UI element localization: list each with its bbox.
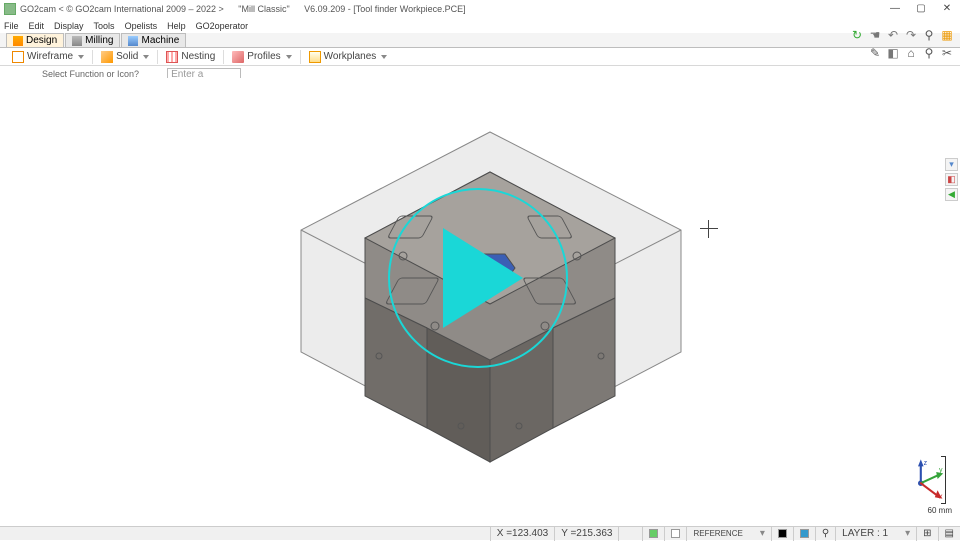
chevron-down-icon <box>78 55 84 59</box>
separator <box>157 50 158 64</box>
separator <box>223 50 224 64</box>
titlebar: GO2cam < © GO2cam International 2009 – 2… <box>0 0 960 18</box>
tab-design[interactable]: Design <box>6 33 64 47</box>
toolbar-label: Solid <box>116 51 138 62</box>
status-spacer <box>618 527 642 541</box>
status-lock-icon[interactable]: ⊞ <box>916 527 937 541</box>
bucket-icon[interactable]: ⌂ <box>904 46 918 60</box>
design-tab-icon <box>13 36 23 46</box>
tab-label: Milling <box>85 35 113 46</box>
sidetab-funnel[interactable]: ▾ <box>945 158 958 171</box>
menu-tools[interactable]: Tools <box>94 21 115 31</box>
status-swatch-4[interactable] <box>793 527 815 541</box>
minimize-button[interactable]: — <box>882 0 908 18</box>
chevron-down-icon <box>286 55 292 59</box>
nesting-button[interactable]: Nesting <box>162 49 219 65</box>
solid-icon <box>101 51 113 63</box>
svg-text:x: x <box>939 494 943 500</box>
drill-icon[interactable]: ✎ <box>868 46 882 60</box>
maximize-button[interactable]: ▢ <box>908 0 934 18</box>
separator <box>92 50 93 64</box>
scale-label: 60 mm <box>928 506 952 515</box>
profiles-button[interactable]: Profiles <box>228 49 295 65</box>
find-icon[interactable]: ⚲ <box>922 46 936 60</box>
hand-left-icon[interactable]: ☚ <box>868 28 882 42</box>
menu-display[interactable]: Display <box>54 21 84 31</box>
view-tools-row1: ↻ ☚ ↶ ↷ ⚲ ▦ <box>850 28 954 42</box>
wireframe-icon <box>12 51 24 63</box>
milling-tab-icon <box>72 36 82 46</box>
status-swatch-3[interactable] <box>771 527 793 541</box>
nesting-icon <box>166 51 178 63</box>
status-coord-x: X =123.403 <box>490 527 554 541</box>
workplanes-button[interactable]: Workplanes <box>305 49 392 65</box>
sidetab-arrow[interactable]: ◀ <box>945 188 958 201</box>
profiles-icon <box>232 51 244 63</box>
view-tools-row2: ✎ ◧ ⌂ ⚲ ✂ <box>868 46 954 60</box>
sync-icon[interactable]: ↻ <box>850 28 864 42</box>
right-side-tabs: ▾ ◧ ◀ <box>945 158 958 201</box>
viewport-3d[interactable]: ▾ ◧ ◀ 60 mm z y x <box>0 78 960 526</box>
tab-label: Design <box>26 35 57 46</box>
cut-icon[interactable]: ✂ <box>940 46 954 60</box>
toolbar-label: Wireframe <box>27 51 73 62</box>
mode-tabs: Design Milling Machine <box>0 33 960 48</box>
toolbar-label: Nesting <box>181 51 215 62</box>
title-version: V6.09.209 - [Tool finder Workpiece.PCE] <box>304 4 465 14</box>
window-buttons: — ▢ ✕ <box>882 0 960 18</box>
app-icon <box>4 3 16 15</box>
cursor-crosshair-icon <box>700 220 718 238</box>
menu-opelists[interactable]: Opelists <box>125 21 158 31</box>
separator <box>300 50 301 64</box>
chevron-down-icon <box>143 55 149 59</box>
sidetab-palette[interactable]: ◧ <box>945 173 958 186</box>
menu-file[interactable]: File <box>4 21 19 31</box>
axis-triad-icon: z y x <box>904 458 946 500</box>
design-toolbar: Wireframe Solid Nesting Profiles Workplanes <box>0 48 960 66</box>
zoom-icon[interactable]: ⚲ <box>922 28 936 42</box>
status-pin-icon[interactable]: ⚲ <box>815 527 835 541</box>
menu-edit[interactable]: Edit <box>29 21 45 31</box>
eraser-icon[interactable]: ◧ <box>886 46 900 60</box>
title-app: GO2cam < © GO2cam International 2009 – 2… <box>20 4 224 14</box>
svg-text:z: z <box>924 460 928 467</box>
menubar: File Edit Display Tools Opelists Help GO2opera… <box>0 18 960 33</box>
svg-text:y: y <box>939 467 943 474</box>
close-button[interactable]: ✕ <box>934 0 960 18</box>
status-reference[interactable]: REFERENCE▾ <box>686 527 770 541</box>
wireframe-button[interactable]: Wireframe <box>8 49 88 65</box>
status-coord-y: Y =215.363 <box>554 527 618 541</box>
status-swatch-1[interactable] <box>642 527 664 541</box>
tab-label: Machine <box>141 35 179 46</box>
undo-icon[interactable]: ↶ <box>886 28 900 42</box>
solid-button[interactable]: Solid <box>97 49 153 65</box>
tab-machine[interactable]: Machine <box>121 33 186 47</box>
toolbar-label: Profiles <box>247 51 280 62</box>
status-settings-icon[interactable]: ▤ <box>938 527 960 541</box>
status-layer[interactable]: LAYER : 1▾ <box>835 527 916 541</box>
workplanes-icon <box>309 51 321 63</box>
title-mode: "Mill Classic" <box>238 4 289 14</box>
toolbar-label: Workplanes <box>324 51 377 62</box>
status-swatch-2[interactable] <box>664 527 686 541</box>
statusbar: X =123.403 Y =215.363 REFERENCE▾ ⚲ LAYER… <box>0 526 960 540</box>
workpiece-model <box>295 128 685 508</box>
grid-icon[interactable]: ▦ <box>940 28 954 42</box>
chevron-down-icon <box>381 55 387 59</box>
menu-go2operator[interactable]: GO2operator <box>196 21 249 31</box>
menu-help[interactable]: Help <box>167 21 186 31</box>
redo-icon[interactable]: ↷ <box>904 28 918 42</box>
tab-milling[interactable]: Milling <box>65 33 120 47</box>
machine-tab-icon <box>128 36 138 46</box>
